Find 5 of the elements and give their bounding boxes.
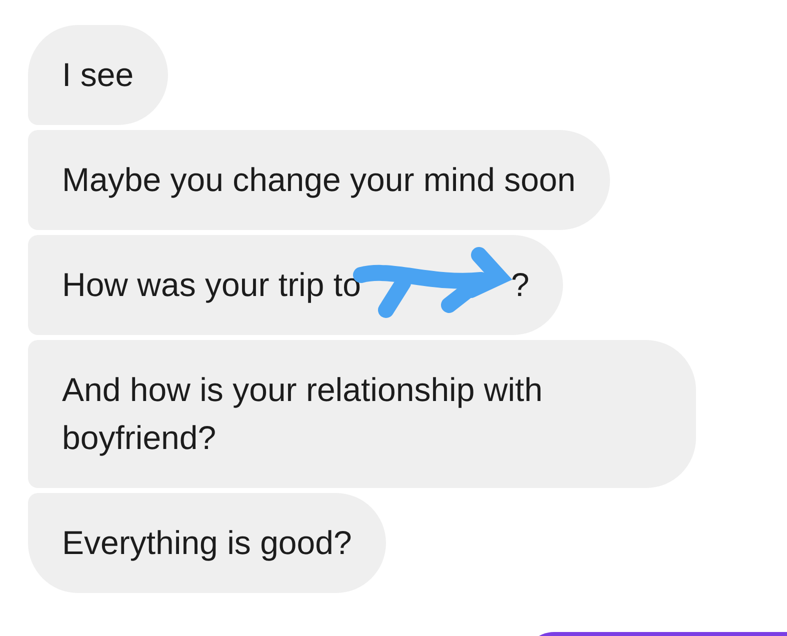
message-bubble: Everything is good? xyxy=(28,493,386,593)
message-bubble: And how is your relationship with boyfriend? xyxy=(28,340,696,488)
message-bubble: How was your trip to ? xyxy=(28,235,564,335)
message-bubble: I see xyxy=(28,25,168,125)
message-bubble: Maybe you change your mind soon xyxy=(28,130,610,230)
